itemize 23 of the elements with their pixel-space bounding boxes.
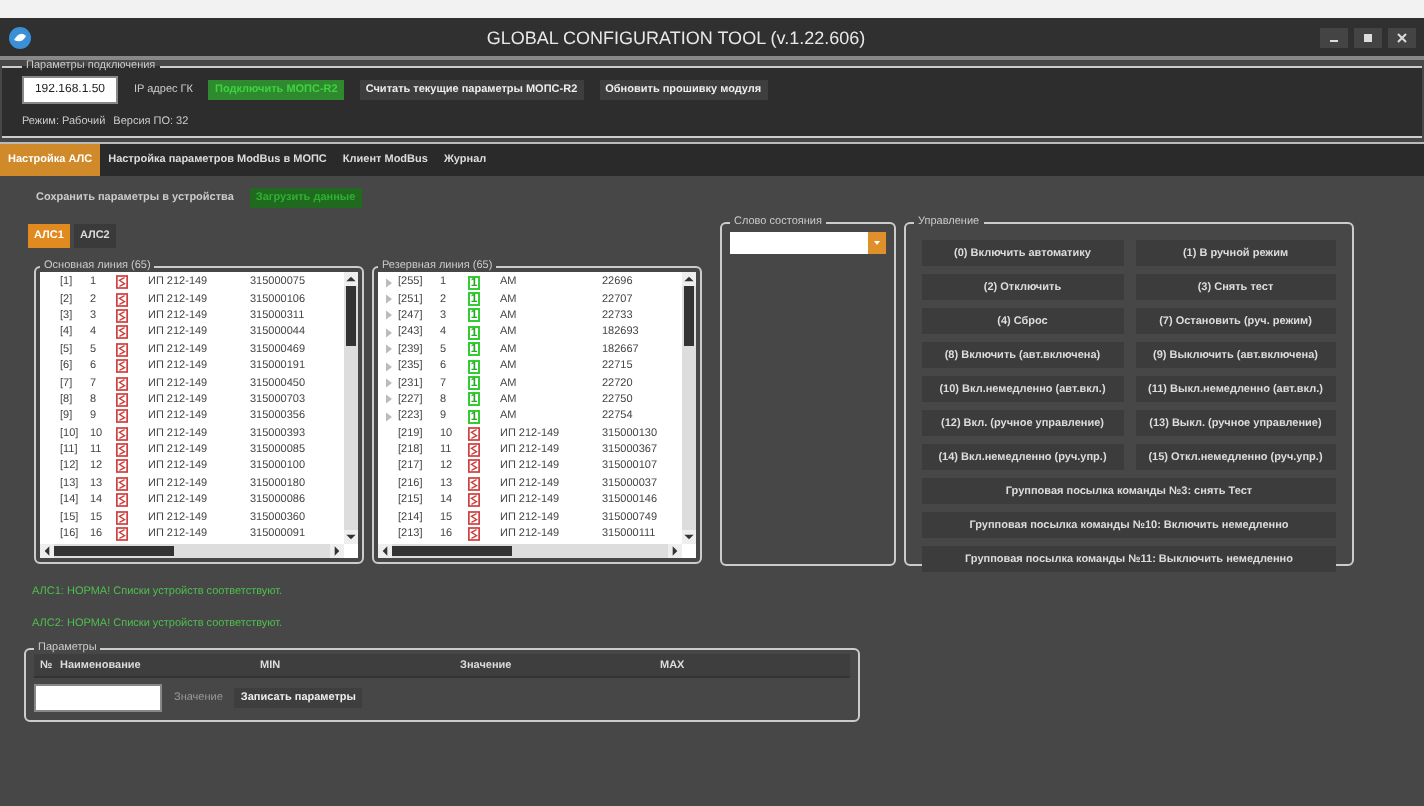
vertical-scrollbar[interactable] <box>344 272 358 544</box>
scroll-left-icon[interactable] <box>378 544 392 558</box>
minimize-icon[interactable] <box>1320 27 1348 47</box>
status-word-dropdown[interactable] <box>730 232 886 254</box>
scroll-right-icon[interactable] <box>330 544 344 558</box>
scroll-right-icon[interactable] <box>668 544 682 558</box>
value-input-field[interactable] <box>34 684 162 712</box>
scroll-up-icon[interactable] <box>344 272 358 286</box>
horizontal-scrollbar[interactable] <box>378 544 682 558</box>
close-icon[interactable] <box>1388 27 1416 47</box>
app-logo-icon <box>8 25 32 49</box>
scroll-thumb[interactable] <box>392 546 512 556</box>
scroll-thumb[interactable] <box>54 546 174 556</box>
window-title: GLOBAL CONFIGURATION TOOL (v.1.22.606) <box>484 27 868 47</box>
scroll-thumb[interactable] <box>346 286 356 346</box>
horizontal-scrollbar[interactable] <box>40 544 344 558</box>
scroll-left-icon[interactable] <box>40 544 54 558</box>
scroll-thumb[interactable] <box>684 286 694 346</box>
maximize-icon[interactable] <box>1354 27 1382 47</box>
vertical-scrollbar[interactable] <box>682 272 696 544</box>
scroll-up-icon[interactable] <box>682 272 696 286</box>
scroll-down-icon[interactable] <box>344 530 358 544</box>
scroll-down-icon[interactable] <box>682 530 696 544</box>
